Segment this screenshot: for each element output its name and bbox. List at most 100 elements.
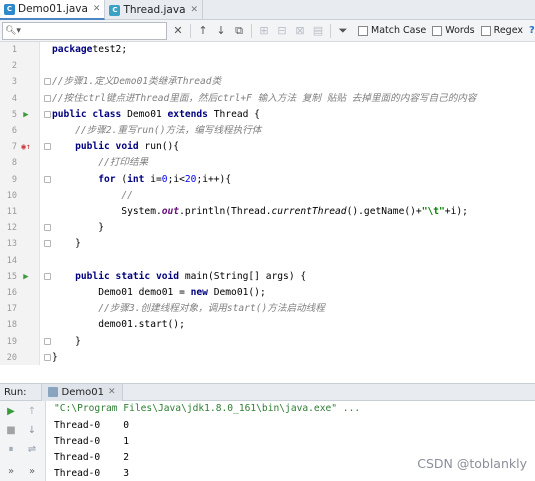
previous-occurrence-icon[interactable]: ↑ — [194, 22, 212, 40]
checkbox-box[interactable] — [432, 25, 443, 36]
code-line[interactable]: 13 } — [0, 236, 535, 252]
code-line[interactable]: 11 System.out.println(Thread.currentThre… — [0, 204, 535, 220]
separator — [251, 23, 252, 38]
add-occurrence-icon[interactable]: ⊞ — [255, 22, 273, 40]
code-line[interactable]: 15 ▶ public static void main(String[] arg… — [0, 269, 535, 285]
code-line[interactable]: 20} — [0, 350, 535, 366]
run-console[interactable]: ▶ ↑ ■ ↓ ⏸ ⇌ » » "C:\Program Files\Java\j… — [0, 401, 535, 481]
fold-marker-icon[interactable] — [44, 78, 51, 86]
run-tab-demo01[interactable]: Demo01 ✕ — [40, 383, 123, 401]
search-icon[interactable]: 🔍︎▾ — [5, 26, 21, 36]
scroll-down-icon[interactable]: ↓ — [24, 422, 40, 438]
search-input[interactable] — [20, 23, 166, 38]
code-token: public class — [52, 108, 128, 120]
more-icon[interactable]: » — [3, 463, 19, 479]
rerun-icon[interactable]: ▶ — [3, 403, 19, 419]
close-search-icon[interactable]: ✕ — [169, 22, 187, 40]
code-token: System. — [52, 206, 162, 217]
tab-demo01[interactable]: C Demo01.java ✕ — [0, 0, 106, 20]
separator — [330, 23, 331, 38]
watermark: CSDN @toblankly — [417, 456, 527, 471]
code-line[interactable]: 12 } — [0, 220, 535, 236]
code-line[interactable]: 6 //步骤2.重写run()方法，编写线程执行体 — [0, 123, 535, 139]
tab-thread[interactable]: C Thread.java ✕ — [105, 0, 204, 20]
code-token: 20 — [184, 173, 197, 185]
tab-label: Demo01.java — [18, 3, 88, 15]
checkbox-box[interactable] — [480, 25, 491, 36]
fold-marker-icon[interactable] — [44, 224, 51, 232]
next-occurrence-icon[interactable]: ↓ — [212, 22, 230, 40]
code-editor[interactable]: 1 packagetest2; 2 3 //步骤1.定义Demo01类继承Thread类… — [0, 42, 535, 365]
fold-marker-icon[interactable] — [44, 272, 51, 280]
pause-icon[interactable]: ⏸ — [3, 441, 19, 457]
close-icon[interactable]: ✕ — [93, 4, 101, 14]
code-line[interactable]: 10 // — [0, 188, 535, 204]
run-gutter-icon[interactable]: ▶ — [21, 269, 31, 285]
code-token: //步骤2.重写run()方法，编写线程执行体 — [75, 125, 262, 136]
line-number: 7 — [11, 142, 17, 153]
regex-checkbox[interactable]: Regex — [480, 25, 523, 36]
code-token: test2; — [92, 44, 128, 55]
code-line[interactable]: 17 //步骤3.创建线程对象，调用start()方法启动线程 — [0, 301, 535, 317]
code-token: +i); — [444, 206, 468, 217]
match-case-checkbox[interactable]: Match Case — [358, 25, 426, 36]
select-all-icon[interactable]: ▤ — [309, 22, 327, 40]
code-text: public class Demo01 extends Thread { — [52, 107, 260, 123]
code-line[interactable]: 16 Demo01 demo01 = new Demo01(); — [0, 285, 535, 301]
find-all-icon[interactable]: ⧉ — [230, 22, 248, 40]
code-line[interactable]: 9 for (int i=0;i<20;i++){ — [0, 172, 535, 188]
code-token: Demo01 demo01 = — [52, 287, 191, 298]
code-line[interactable]: 18 demo01.start(); — [0, 317, 535, 333]
filter-icon[interactable]: ⏷ — [334, 22, 352, 40]
code-line[interactable]: 5 ▶ public class Demo01 extends Thread { — [0, 107, 535, 123]
fold-marker-icon[interactable] — [44, 337, 51, 345]
override-gutter-icon[interactable]: ◉↑ — [18, 139, 34, 155]
fold-marker-icon[interactable] — [44, 110, 51, 118]
fold-marker-icon[interactable] — [44, 143, 51, 151]
soft-wrap-icon[interactable]: ⇌ — [24, 441, 40, 457]
help-icon[interactable]: ? — [529, 25, 535, 36]
code-token: .println(Thread. — [179, 206, 272, 217]
more-icon[interactable]: » — [24, 463, 40, 479]
checkbox-label: Words — [445, 25, 475, 36]
code-token: public void — [75, 141, 145, 153]
code-text: //步骤1.定义Demo01类继承Thread类 — [52, 74, 221, 90]
code-text: } — [52, 350, 58, 366]
line-number: 4 — [11, 93, 17, 104]
line-number: 20 — [6, 352, 17, 363]
code-text: demo01.start(); — [52, 317, 185, 333]
code-token: extends — [167, 108, 214, 120]
words-checkbox[interactable]: Words — [432, 25, 475, 36]
code-line[interactable]: 4 //按住ctrl键点进Thread里面，然后ctrl+F 输入方法 复制 贴贴… — [0, 91, 535, 107]
fold-marker-icon[interactable] — [44, 175, 51, 183]
code-line[interactable]: 1 packagetest2; — [0, 42, 535, 58]
code-line[interactable]: 7 ◉↑ public void run(){ — [0, 139, 535, 155]
checkbox-box[interactable] — [358, 25, 368, 36]
close-icon[interactable]: ✕ — [191, 5, 199, 15]
stop-icon[interactable]: ■ — [3, 422, 19, 438]
select-all-occurrences-icon[interactable]: ⊠ — [291, 22, 309, 40]
code-line[interactable]: 2 — [0, 58, 535, 74]
code-line[interactable]: 14 — [0, 253, 535, 269]
fold-marker-icon[interactable] — [44, 353, 51, 361]
line-number: 2 — [11, 61, 17, 72]
close-icon[interactable]: ✕ — [108, 387, 116, 397]
line-number: 14 — [6, 255, 17, 266]
code-line[interactable]: 8 //打印结果 — [0, 155, 535, 171]
fold-marker-icon[interactable] — [44, 240, 51, 248]
class-icon: C — [109, 4, 121, 16]
code-text: //按住ctrl键点进Thread里面，然后ctrl+F 输入方法 复制 贴贴 … — [52, 91, 476, 107]
fold-marker-icon[interactable] — [44, 94, 51, 102]
scroll-up-icon[interactable]: ↑ — [24, 403, 40, 419]
code-line[interactable]: 3 //步骤1.定义Demo01类继承Thread类 — [0, 74, 535, 90]
code-line[interactable]: 19 } — [0, 334, 535, 350]
line-number: 18 — [6, 320, 17, 331]
run-gutter-icon[interactable]: ▶ — [21, 107, 31, 123]
remove-occurrence-icon[interactable]: ⊟ — [273, 22, 291, 40]
line-number: 9 — [11, 174, 17, 185]
search-field[interactable]: 🔍︎▾ — [2, 21, 167, 40]
run-panel-header: Run: Demo01 ✕ — [0, 383, 535, 401]
code-token: int — [127, 173, 151, 185]
code-token: Demo01 — [127, 108, 168, 120]
